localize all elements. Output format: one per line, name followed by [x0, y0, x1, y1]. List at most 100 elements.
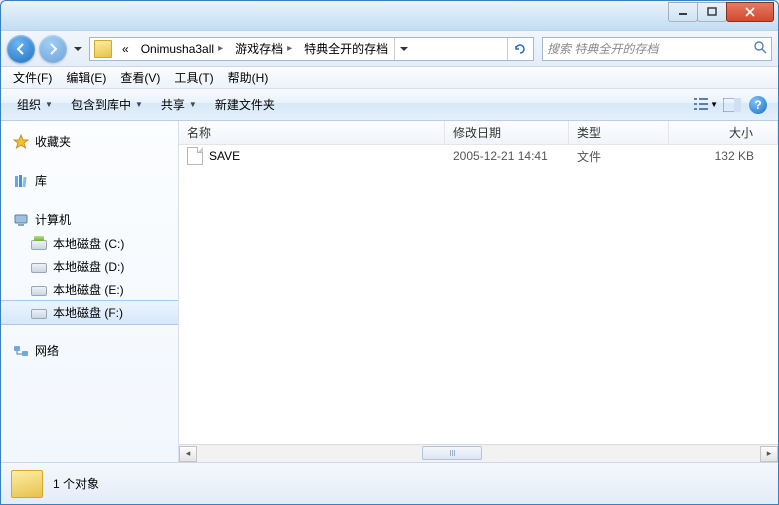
folder-icon — [94, 40, 112, 58]
sidebar-drive-e[interactable]: 本地磁盘 (E:) — [1, 278, 178, 301]
scroll-track[interactable] — [197, 446, 760, 462]
search-placeholder: 搜索 特典全开的存档 — [547, 40, 658, 57]
favorites-label: 收藏夹 — [35, 133, 71, 150]
file-name-cell: SAVE — [179, 147, 445, 165]
disk-icon — [31, 236, 47, 252]
scroll-right-button[interactable]: ▸ — [760, 446, 778, 462]
help-button[interactable]: ? — [746, 93, 770, 117]
sidebar-group-favorites: 收藏夹 — [1, 129, 178, 154]
newfolder-button[interactable]: 新建文件夹 — [207, 92, 283, 117]
breadcrumb-prefix-label: « — [122, 42, 129, 56]
sidebar-favorites[interactable]: 收藏夹 — [1, 129, 178, 154]
drive-label: 本地磁盘 (D:) — [53, 258, 124, 275]
file-type-cell: 文件 — [569, 148, 669, 165]
status-bar: 1 个对象 — [1, 462, 778, 504]
organize-button[interactable]: 组织 ▼ — [9, 92, 61, 117]
breadcrumb-label: Onimusha3all — [141, 42, 214, 56]
maximize-icon — [707, 7, 717, 17]
drive-label: 本地磁盘 (F:) — [53, 304, 123, 321]
caret-down-icon: ▼ — [45, 100, 53, 109]
column-date[interactable]: 修改日期 — [445, 121, 569, 144]
menubar: 文件(F) 编辑(E) 查看(V) 工具(T) 帮助(H) — [1, 67, 778, 89]
close-icon — [745, 7, 755, 17]
column-size[interactable]: 大小 — [669, 121, 778, 144]
breadcrumb-item-2[interactable]: 特典全开的存档 — [298, 38, 394, 60]
horizontal-scrollbar[interactable]: ◂ ▸ — [179, 444, 778, 462]
breadcrumb-item-1[interactable]: 游戏存档▸ — [229, 38, 298, 60]
disk-icon — [31, 305, 47, 321]
column-headers: 名称 修改日期 类型 大小 — [179, 121, 778, 145]
disk-icon — [31, 259, 47, 275]
explorer-window: « Onimusha3all▸ 游戏存档▸ 特典全开的存档 搜索 特典全开的存档… — [0, 0, 779, 505]
refresh-icon — [513, 42, 527, 56]
sidebar-drive-f[interactable]: 本地磁盘 (F:) — [1, 300, 178, 325]
address-dropdown[interactable] — [394, 38, 412, 60]
caret-down-icon: ▼ — [189, 100, 197, 109]
forward-arrow-icon — [47, 43, 59, 55]
help-icon: ? — [749, 96, 767, 114]
share-label: 共享 — [161, 96, 185, 113]
nav-history-dropdown[interactable] — [71, 35, 85, 63]
computer-label: 计算机 — [35, 211, 71, 228]
breadcrumb-label: 游戏存档 — [235, 40, 283, 57]
file-date-cell: 2005-12-21 14:41 — [445, 149, 569, 163]
sidebar-drive-c[interactable]: 本地磁盘 (C:) — [1, 232, 178, 255]
minimize-icon — [678, 7, 688, 17]
breadcrumb-label: 特典全开的存档 — [304, 40, 388, 57]
sidebar-drive-d[interactable]: 本地磁盘 (D:) — [1, 255, 178, 278]
preview-pane-icon — [723, 98, 741, 112]
sidebar-libraries[interactable]: 库 — [1, 168, 178, 193]
menu-file[interactable]: 文件(F) — [7, 67, 58, 88]
view-mode-button[interactable]: ▼ — [694, 93, 718, 117]
sidebar-group-network: 网络 — [1, 338, 178, 363]
caret-down-icon — [400, 47, 408, 51]
navbar: « Onimusha3all▸ 游戏存档▸ 特典全开的存档 搜索 特典全开的存档 — [1, 31, 778, 67]
sidebar-group-computer: 计算机 本地磁盘 (C:) 本地磁盘 (D:) 本地磁盘 (E:) 本地磁盘 (… — [1, 207, 178, 325]
preview-pane-button[interactable] — [720, 93, 744, 117]
search-icon — [753, 40, 767, 57]
status-count: 1 个对象 — [53, 475, 99, 492]
titlebar — [1, 1, 778, 31]
folder-icon — [11, 470, 43, 498]
drive-label: 本地磁盘 (E:) — [53, 281, 124, 298]
caret-down-icon: ▼ — [135, 100, 143, 109]
menu-tools[interactable]: 工具(T) — [168, 67, 219, 88]
search-box[interactable]: 搜索 特典全开的存档 — [542, 37, 772, 61]
organize-label: 组织 — [17, 96, 41, 113]
network-label: 网络 — [35, 342, 59, 359]
breadcrumb-prefix[interactable]: « — [116, 38, 135, 60]
libraries-icon — [13, 173, 29, 189]
body: 收藏夹 库 计算机 本地磁盘 (C:) 本地磁盘 (D:) 本地磁盘 (E:) … — [1, 121, 778, 462]
computer-icon — [13, 212, 29, 228]
view-mode-icon — [694, 97, 708, 113]
share-button[interactable]: 共享 ▼ — [153, 92, 205, 117]
back-arrow-icon — [15, 43, 27, 55]
menu-edit[interactable]: 编辑(E) — [60, 67, 112, 88]
scroll-left-button[interactable]: ◂ — [179, 446, 197, 462]
file-row[interactable]: SAVE 2005-12-21 14:41 文件 132 KB — [179, 145, 778, 167]
disk-icon — [31, 282, 47, 298]
minimize-button[interactable] — [668, 2, 698, 22]
drive-label: 本地磁盘 (C:) — [53, 235, 124, 252]
back-button[interactable] — [7, 35, 35, 63]
menu-help[interactable]: 帮助(H) — [222, 67, 275, 88]
file-size-cell: 132 KB — [669, 149, 778, 163]
sidebar-group-libraries: 库 — [1, 168, 178, 193]
maximize-button[interactable] — [697, 2, 727, 22]
caret-down-icon — [74, 47, 82, 51]
column-type[interactable]: 类型 — [569, 121, 669, 144]
include-button[interactable]: 包含到库中 ▼ — [63, 92, 151, 117]
sidebar-computer[interactable]: 计算机 — [1, 207, 178, 232]
menu-view[interactable]: 查看(V) — [114, 67, 166, 88]
include-label: 包含到库中 — [71, 96, 131, 113]
sidebar-network[interactable]: 网络 — [1, 338, 178, 363]
forward-button[interactable] — [39, 35, 67, 63]
breadcrumb-item-0[interactable]: Onimusha3all▸ — [135, 38, 229, 60]
close-button[interactable] — [726, 2, 774, 22]
address-bar[interactable]: « Onimusha3all▸ 游戏存档▸ 特典全开的存档 — [89, 37, 534, 61]
file-list[interactable]: SAVE 2005-12-21 14:41 文件 132 KB — [179, 145, 778, 444]
refresh-button[interactable] — [507, 38, 531, 60]
column-name[interactable]: 名称 — [179, 121, 445, 144]
scroll-thumb[interactable] — [422, 446, 482, 460]
window-buttons — [669, 2, 774, 22]
